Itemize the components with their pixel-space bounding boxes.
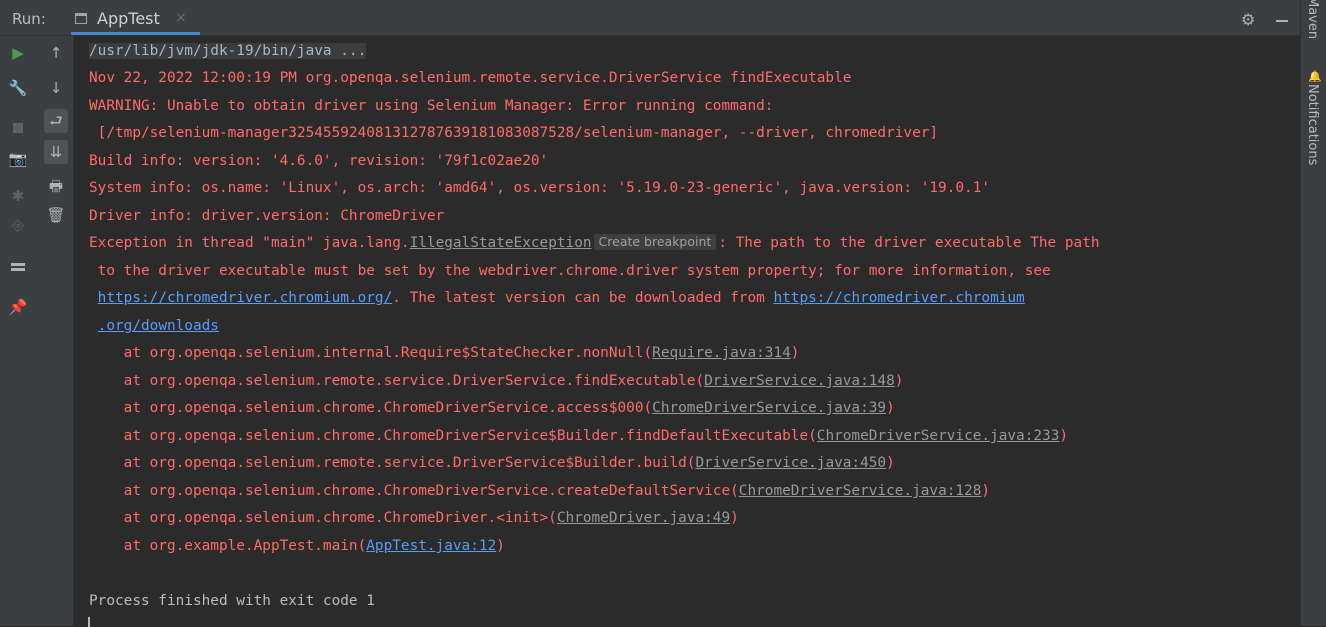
run-toolbar: ▶ 🔧 📷 ✱ ⎆ 📌 ↑ ↓ ⮐ ⇊ 🖶 🗑 (0, 36, 74, 626)
minimize-icon[interactable] (1276, 20, 1288, 22)
process-finished-line: Process finished with exit code 1 (89, 593, 375, 609)
stack-frame-link[interactable]: ChromeDriverService.java:233 (817, 428, 1060, 444)
close-tab-icon[interactable]: × (175, 10, 187, 26)
pin-icon[interactable]: 📌 (6, 295, 30, 319)
console-output[interactable]: /usr/lib/jvm/jdk-19/bin/java ... Nov 22,… (74, 36, 1300, 626)
stack-frame: at org.openqa.selenium.chrome.ChromeDriv… (89, 428, 1069, 444)
notifications-tool-button[interactable]: Notifications (1305, 84, 1320, 165)
print-icon[interactable]: 🖶 (44, 174, 68, 198)
log-line-build-info: Build info: version: '4.6.0', revision: … (89, 153, 549, 169)
stack-frame: at org.openqa.selenium.chrome.ChromeDriv… (89, 483, 991, 499)
stack-frame: at org.openqa.selenium.remote.service.Dr… (89, 373, 904, 389)
stack-frame-link[interactable]: ChromeDriverService.java:39 (652, 400, 886, 416)
soft-wrap-icon[interactable]: ⮐ (44, 109, 68, 133)
wrench-icon[interactable]: 🔧 (6, 76, 30, 100)
stack-frame-link[interactable]: DriverService.java:148 (704, 373, 895, 389)
exception-class-link[interactable]: IllegalStateException (410, 235, 592, 251)
rerun-icon[interactable]: ▶ (6, 41, 30, 65)
maven-tool-button[interactable]: Maven (1305, 0, 1320, 39)
log-line-date: Nov 22, 2022 12:00:19 PM org.openqa.sele… (89, 70, 852, 86)
exit-icon[interactable]: ⎆ (6, 213, 30, 237)
stack-frame-link[interactable]: Require.java:314 (652, 345, 791, 361)
stack-frame-link[interactable]: ChromeDriverService.java:128 (739, 483, 982, 499)
stack-frame: at org.openqa.selenium.remote.service.Dr… (89, 455, 895, 471)
stack-frame-link[interactable]: AppTest.java:12 (366, 538, 496, 554)
stop-icon[interactable] (6, 116, 30, 140)
log-line-warning: WARNING: Unable to obtain driver using S… (89, 98, 774, 114)
tab-apptest[interactable]: AppTest × (71, 4, 200, 35)
log-line-warning-cont: [/tmp/selenium-manager325455924081312787… (89, 125, 939, 141)
scroll-to-end-icon[interactable]: ⇊ (44, 140, 68, 164)
right-tool-strip: Maven 🔔 Notifications (1300, 0, 1326, 626)
exception-links-line: https://chromedriver.chromium.org/. The … (89, 289, 1025, 307)
down-arrow-icon[interactable]: ↓ (44, 76, 68, 100)
stack-frame: at org.openqa.selenium.chrome.ChromeDriv… (89, 400, 895, 416)
command-line: /usr/lib/jvm/jdk-19/bin/java ... (89, 43, 367, 59)
exception-message-cont: to the driver executable must be set by … (89, 263, 1051, 279)
run-label: Run: (12, 10, 46, 28)
console-window-icon (75, 13, 87, 24)
exception-mid-text: . The latest version can be downloaded f… (392, 290, 774, 306)
stack-frame-link[interactable]: DriverService.java:450 (695, 455, 886, 471)
debug-icon[interactable]: ✱ (6, 184, 30, 208)
gear-icon[interactable]: ⚙ (1241, 10, 1255, 29)
exception-line: Exception in thread "main" java.lang.Ill… (89, 234, 1100, 252)
up-arrow-icon[interactable]: ↑ (44, 41, 68, 65)
stack-frame-link[interactable]: ChromeDriver.java:49 (557, 510, 730, 526)
layout-icon[interactable] (6, 254, 30, 278)
trash-icon[interactable]: 🗑 (44, 203, 68, 227)
exception-message: : The path to the driver executable The … (718, 235, 1100, 251)
stack-frame: at org.openqa.selenium.chrome.ChromeDriv… (89, 510, 739, 526)
camera-icon[interactable]: 📷 (6, 147, 30, 171)
tab-apptest-label: AppTest (97, 9, 160, 28)
create-breakpoint-button[interactable]: Create breakpoint (593, 234, 717, 250)
run-tool-window-header: Run: AppTest × ⚙ (0, 4, 1300, 36)
exception-prefix: Exception in thread "main" java.lang. (89, 235, 410, 251)
stack-frame: at org.openqa.selenium.internal.Require$… (89, 345, 800, 361)
log-line-driver-info: Driver info: driver.version: ChromeDrive… (89, 208, 445, 224)
log-line-system-info: System info: os.name: 'Linux', os.arch: … (89, 180, 991, 196)
exception-links-line-cont: .org/downloads (89, 317, 219, 335)
bell-icon: 🔔 (1308, 70, 1322, 83)
stack-frame: at org.example.AppTest.main(AppTest.java… (89, 538, 505, 554)
chromedriver-link[interactable]: https://chromedriver.chromium.org/ (98, 290, 393, 306)
downloads-link-part2[interactable]: .org/downloads (98, 318, 219, 334)
downloads-link-part1[interactable]: https://chromedriver.chromium (773, 290, 1024, 306)
